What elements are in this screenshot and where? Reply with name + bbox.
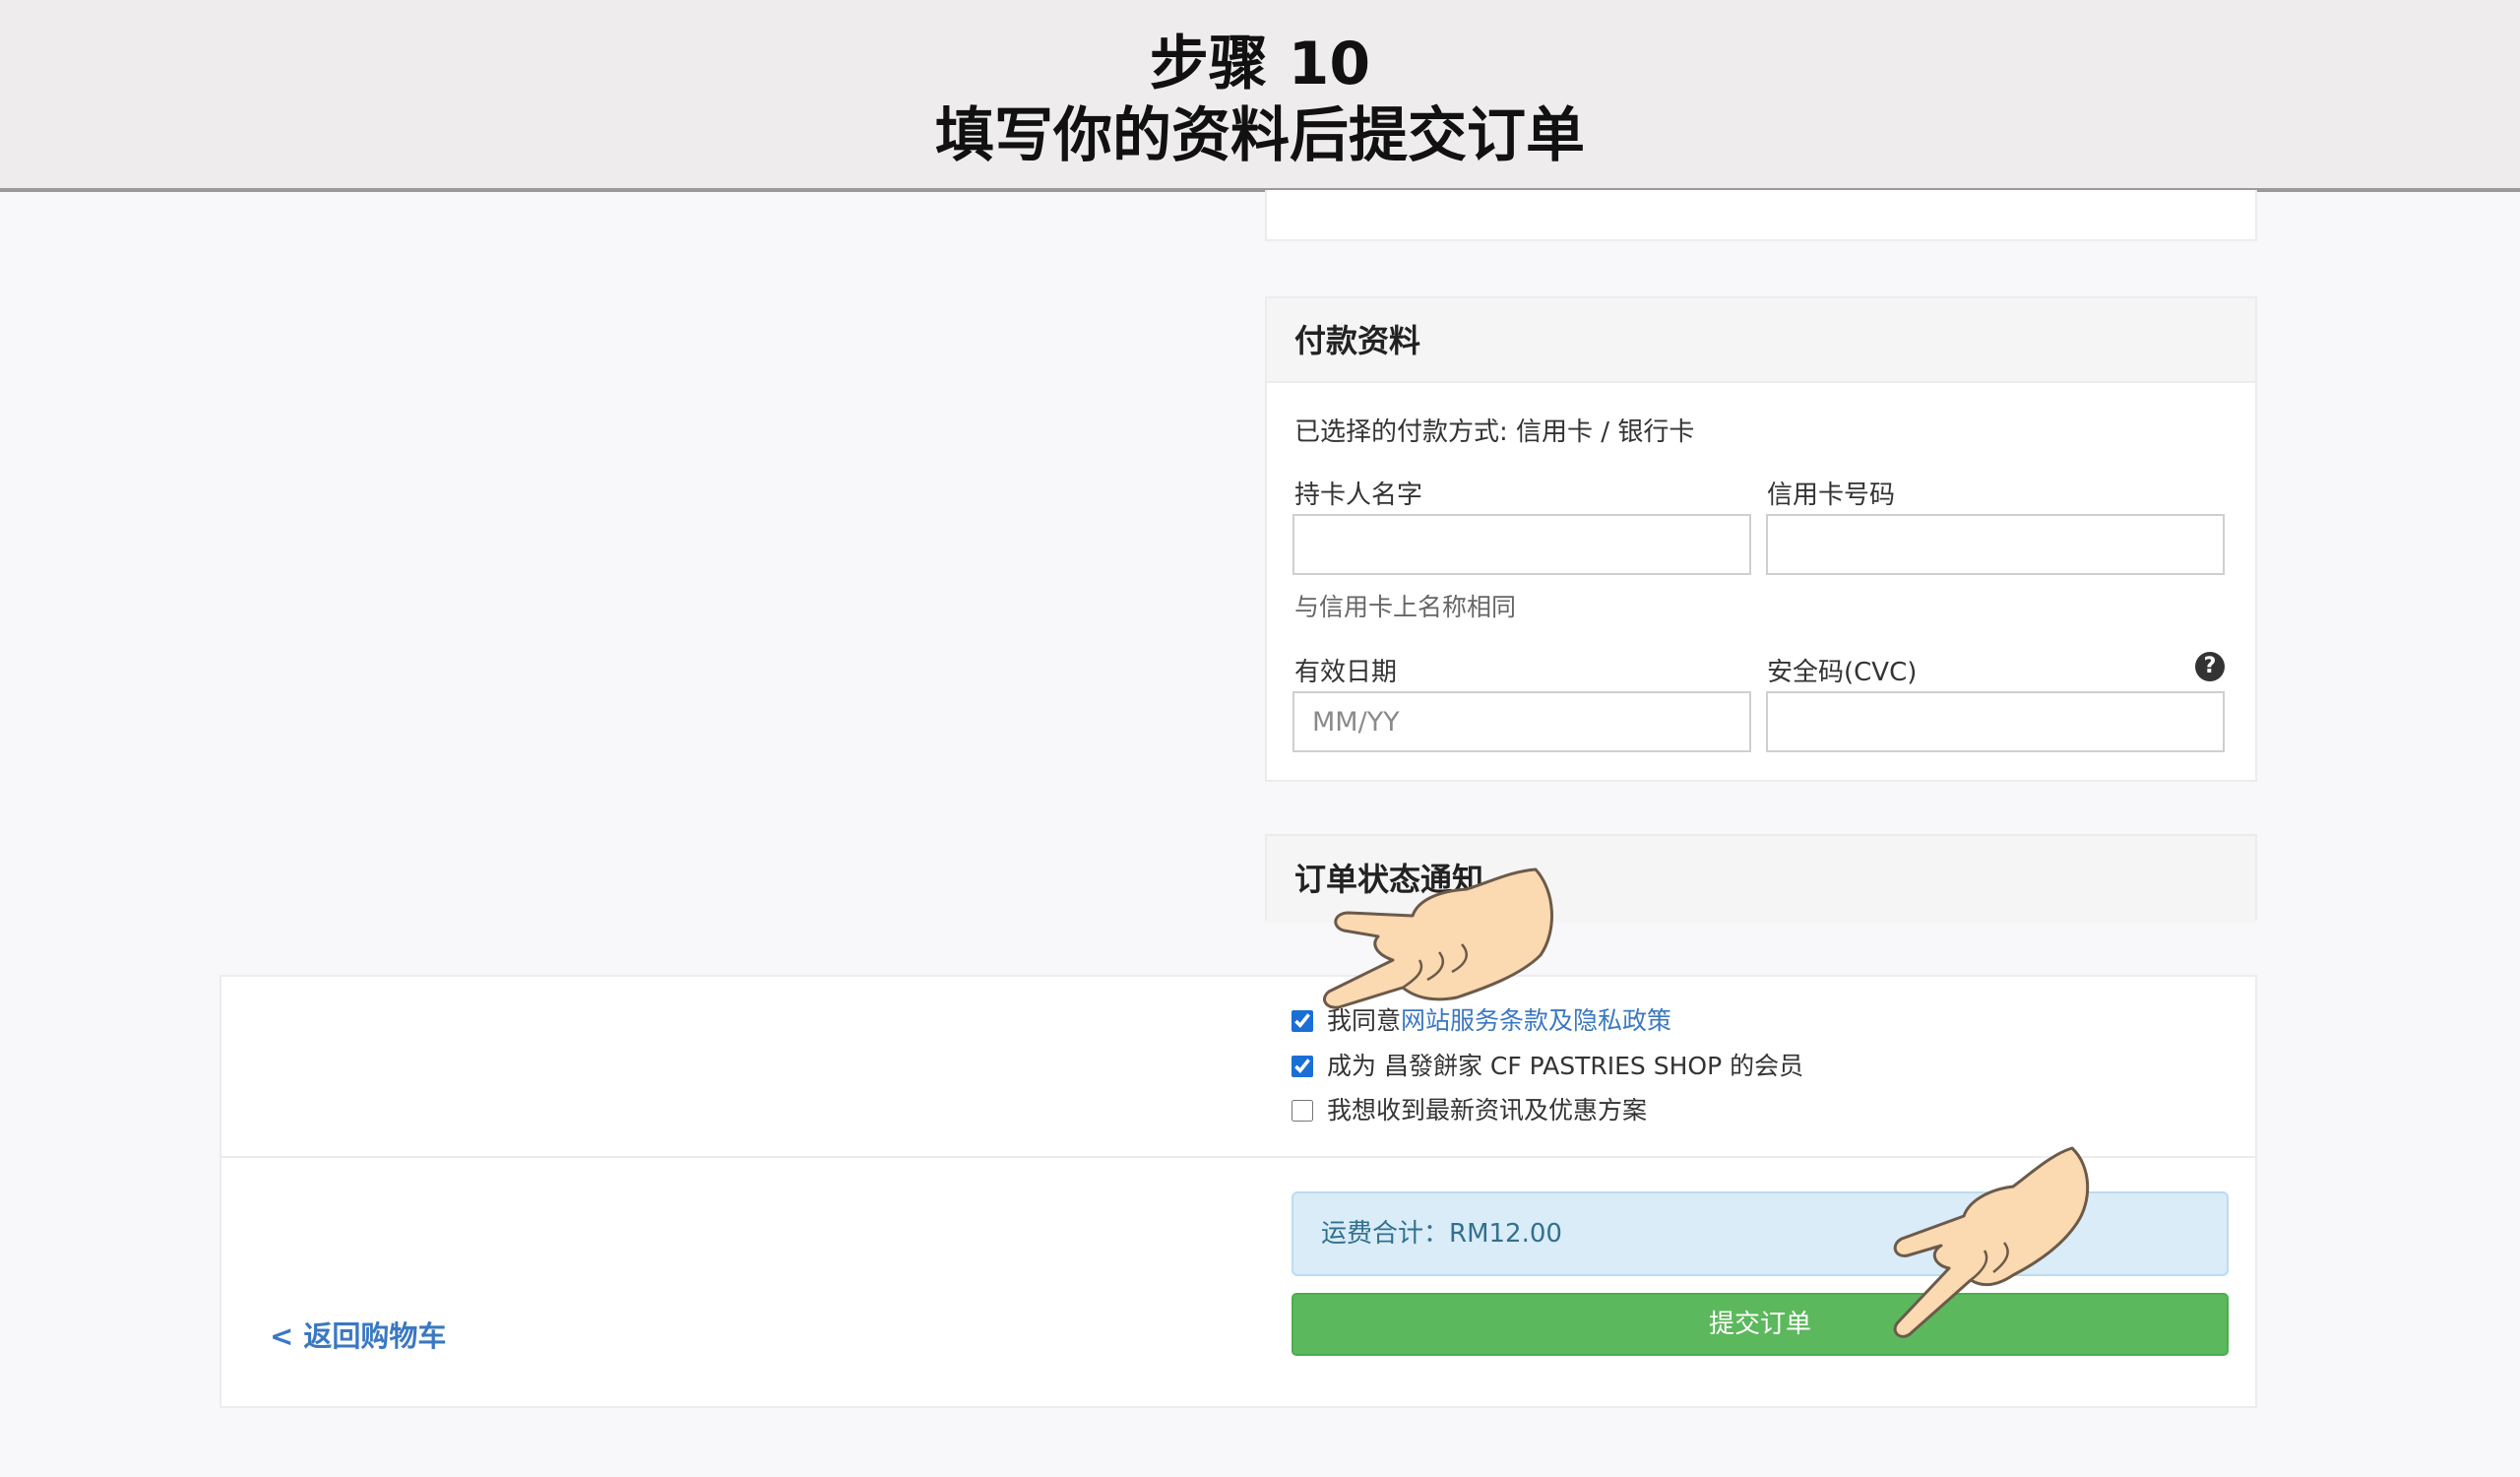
- terms-link[interactable]: 网站服务条款及隐私政策: [1401, 1006, 1671, 1035]
- cardholder-hint: 与信用卡上名称相同: [1294, 593, 1517, 621]
- step-title: 步骤 10: [1149, 30, 1371, 98]
- question-circle-icon[interactable]: ?: [2195, 652, 2225, 681]
- pointing-hand-icon: [1323, 867, 1553, 1009]
- cardholder-label: 持卡人名字: [1294, 481, 1423, 510]
- cvc-label: 安全码(CVC): [1767, 658, 1918, 687]
- cvc-input[interactable]: [1766, 691, 2225, 752]
- pointing-hand-icon: [1893, 1146, 2090, 1338]
- member-checkbox[interactable]: [1292, 1056, 1313, 1077]
- newsletter-label: 我想收到最新资讯及优惠方案: [1327, 1096, 1648, 1124]
- previous-panel: [1265, 190, 2257, 241]
- payment-title: 付款资料: [1267, 298, 2255, 383]
- cardholder-input[interactable]: [1292, 514, 1751, 575]
- member-label: 成为 昌發餅家 CF PASTRIES SHOP 的会员: [1327, 1052, 1804, 1080]
- expiry-label: 有效日期: [1294, 658, 1398, 687]
- page: 步骤 10 填写你的资料后提交订单 付款资料 已选择的付款方式: 信用卡 / 银…: [0, 0, 2520, 1477]
- expiry-input[interactable]: [1292, 691, 1751, 752]
- card-number-input[interactable]: [1766, 514, 2225, 575]
- newsletter-checkbox[interactable]: [1292, 1100, 1313, 1122]
- selected-payment-method: 已选择的付款方式: 信用卡 / 银行卡: [1294, 417, 1695, 447]
- instruction-banner: 步骤 10 填写你的资料后提交订单: [0, 0, 2520, 192]
- back-to-cart-link[interactable]: < 返回购物车: [270, 1314, 446, 1355]
- step-instruction: 填写你的资料后提交订单: [935, 101, 1585, 170]
- card-number-label: 信用卡号码: [1767, 481, 1896, 510]
- terms-prefix: 我同意: [1327, 1006, 1402, 1035]
- terms-checkbox[interactable]: [1292, 1010, 1313, 1032]
